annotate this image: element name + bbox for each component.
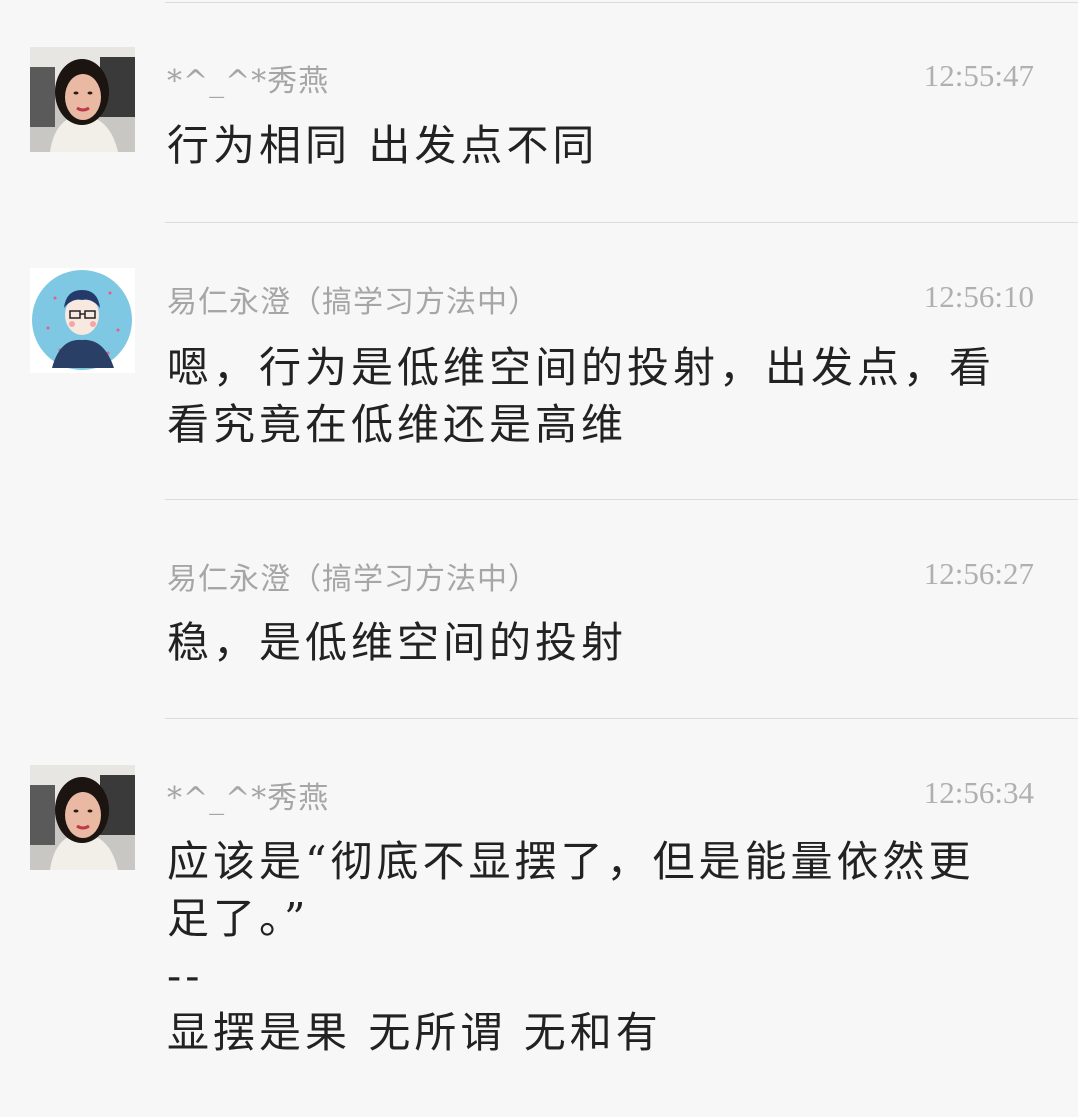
message-line: 稳，是低维空间的投射 bbox=[167, 618, 628, 667]
message-line: 显摆是果 无所谓 无和有 bbox=[167, 1008, 662, 1057]
message-line: -- bbox=[167, 951, 204, 1000]
message-line: 应该是“彻底不显摆了，但是能量依然更 bbox=[167, 837, 975, 886]
message-text: 应该是“彻底不显摆了，但是能量依然更 足了。” -- 显摆是果 无所谓 无和有 bbox=[167, 833, 1037, 1061]
message-line: 看究竟在低维还是高维 bbox=[167, 400, 628, 449]
message-line: 行为相同 出发点不同 bbox=[167, 121, 599, 170]
avatar[interactable] bbox=[30, 765, 135, 870]
avatar[interactable] bbox=[30, 268, 135, 373]
message-line: 嗯，行为是低维空间的投射，出发点，看 bbox=[167, 343, 996, 392]
sender-name: 易仁永澄（搞学习方法中） bbox=[167, 285, 539, 320]
message-time: 12:56:34 bbox=[923, 775, 1034, 810]
message-text: 嗯，行为是低维空间的投射，出发点，看 看究竟在低维还是高维 bbox=[167, 339, 1037, 453]
illustrated-man-avatar-icon bbox=[30, 268, 135, 373]
message-divider bbox=[165, 499, 1078, 500]
message-time: 12:56:27 bbox=[923, 556, 1034, 591]
message-divider bbox=[165, 222, 1078, 223]
message-time: 12:56:10 bbox=[923, 279, 1034, 314]
message-text: 行为相同 出发点不同 bbox=[167, 117, 1037, 174]
top-divider bbox=[165, 2, 1078, 3]
message-text: 稳，是低维空间的投射 bbox=[167, 614, 1037, 671]
message-line: 足了。” bbox=[167, 894, 310, 943]
message-time: 12:55:47 bbox=[923, 58, 1034, 93]
sender-name: *^_^*秀燕 bbox=[167, 64, 330, 99]
sender-name: 易仁永澄（搞学习方法中） bbox=[167, 562, 539, 597]
sender-name: *^_^*秀燕 bbox=[167, 781, 330, 816]
avatar[interactable] bbox=[30, 47, 135, 152]
woman-photo-avatar-icon bbox=[30, 47, 135, 152]
woman-photo-avatar-icon bbox=[30, 765, 135, 870]
message-divider bbox=[165, 718, 1078, 719]
